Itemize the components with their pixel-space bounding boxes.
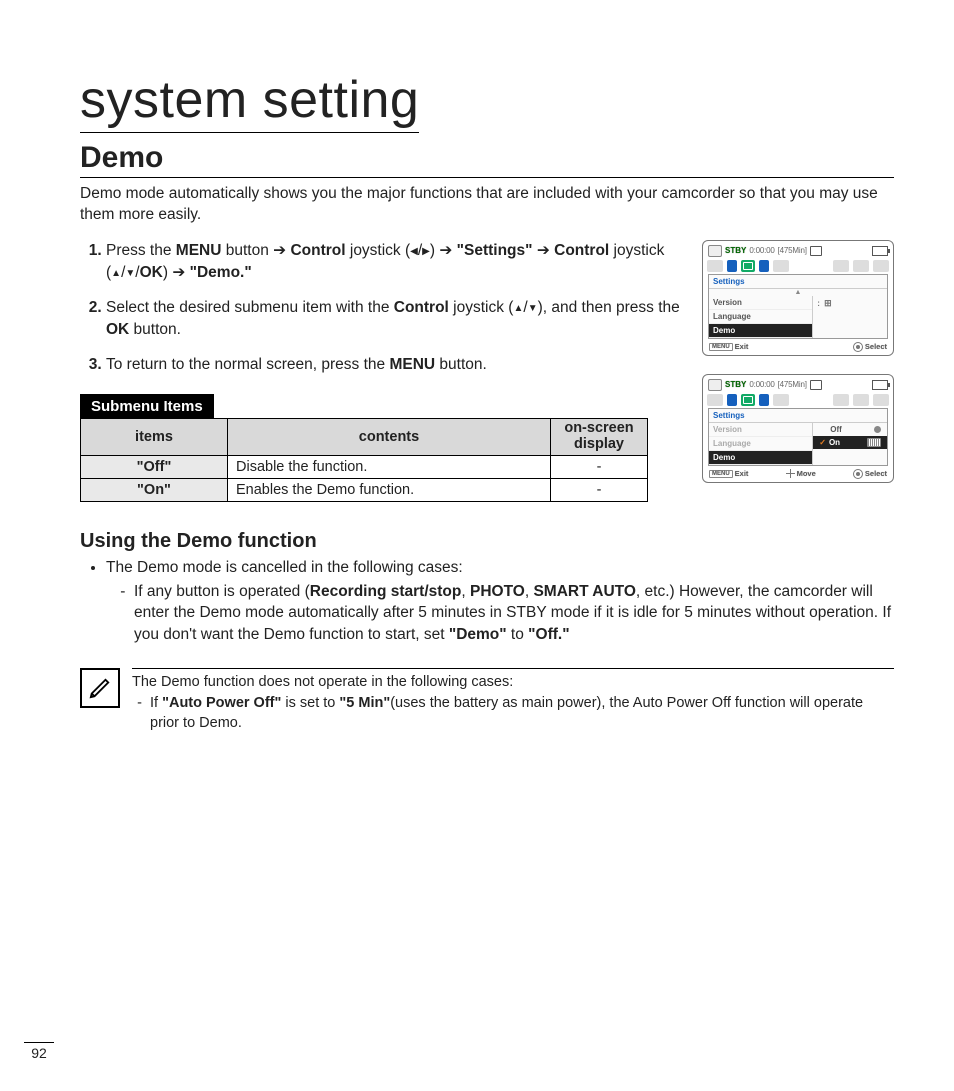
menu-item-language: Language [709,310,812,324]
select-label: Select [865,469,887,478]
camcorder-icon [708,245,722,257]
using-list: The Demo mode is cancelled in the follow… [80,557,894,646]
note-icon [80,668,120,708]
exit-label: Exit [735,469,749,478]
th-contents: contents [228,419,551,456]
table-row: "On" Enables the Demo function. - [81,479,648,502]
step-2: Select the desired submenu item with the… [106,297,686,342]
timecode: 0:00:00 [749,380,774,389]
camcorder-icon [708,379,722,391]
remaining-time: [475Min] [778,380,807,389]
move-icon [786,469,795,478]
note-text: The Demo function does not operate in th… [132,668,894,734]
th-items: items [81,419,228,456]
battery-icon [872,246,888,256]
steps-list: Press the MENU button ➔ Control joystick… [80,240,686,376]
menu-item-demo: Demo [709,451,812,465]
page-title: system setting [80,70,419,133]
lcd-screenshot-2: STBY 0:00:00 [475Min] [702,374,894,483]
tab-icon [773,260,789,272]
using-subitem: If any button is operated (Recording sta… [134,581,894,646]
select-label: Select [865,342,887,351]
radio-icon [874,426,881,433]
menu-chip-icon: MENU [709,343,733,351]
note-subitem: If "Auto Power Off" is set to "5 Min"(us… [150,694,894,733]
arrow-left-icon [727,260,737,272]
tab-icon [773,394,789,406]
timecode: 0:00:00 [749,246,774,255]
tab-settings-icon [741,394,755,406]
page-number: 92 [24,1042,54,1061]
tab-settings-icon [741,260,755,272]
exit-label: Exit [735,342,749,351]
remaining-time: [475Min] [778,246,807,255]
tab-icon [833,394,849,406]
tab-icon [707,260,723,272]
arrow-right-icon [759,260,769,272]
option-off: Off [813,423,887,436]
tab-icon [853,394,869,406]
lcd-screenshot-1: STBY 0:00:00 [475Min] [702,240,894,356]
table-row: "Off" Disable the function. - [81,456,648,479]
arrow-left-icon [727,394,737,406]
tab-icon [707,394,723,406]
select-icon [853,469,863,479]
submenu-table: items contents on-screen display "Off" D… [80,418,648,502]
menu-item-demo: Demo [709,324,812,338]
stby-label: STBY [725,246,746,255]
step-3: To return to the normal screen, press th… [106,354,686,376]
arrow-right-icon [759,394,769,406]
select-icon [853,342,863,352]
menu-item-language: Language [709,437,812,451]
option-on: ✓On [813,436,887,449]
menu-chip-icon: MENU [709,470,733,478]
panel-title: Settings [709,409,887,423]
step-1: Press the MENU button ➔ Control joystick… [106,240,686,285]
section-heading: Demo [80,141,894,175]
using-heading: Using the Demo function [80,530,894,553]
th-osd: on-screen display [551,419,648,456]
tab-icon [833,260,849,272]
scroll-up-icon: ▲ [709,289,887,296]
submenu-tab: Submenu Items [80,394,214,419]
stby-label: STBY [725,380,746,389]
tab-icon [853,260,869,272]
move-label: Move [797,469,816,478]
card-icon [810,380,822,390]
card-icon [810,246,822,256]
tab-icon [873,260,889,272]
tab-icon [873,394,889,406]
intro-paragraph: Demo mode automatically shows you the ma… [80,184,894,226]
value-icon: ⊞ [824,298,832,308]
option-icon [867,438,881,447]
panel-title: Settings [709,275,887,289]
check-icon: ✓ [819,438,826,447]
menu-item-version: Version [709,296,812,310]
battery-icon [872,380,888,390]
menu-item-version: Version [709,423,812,437]
